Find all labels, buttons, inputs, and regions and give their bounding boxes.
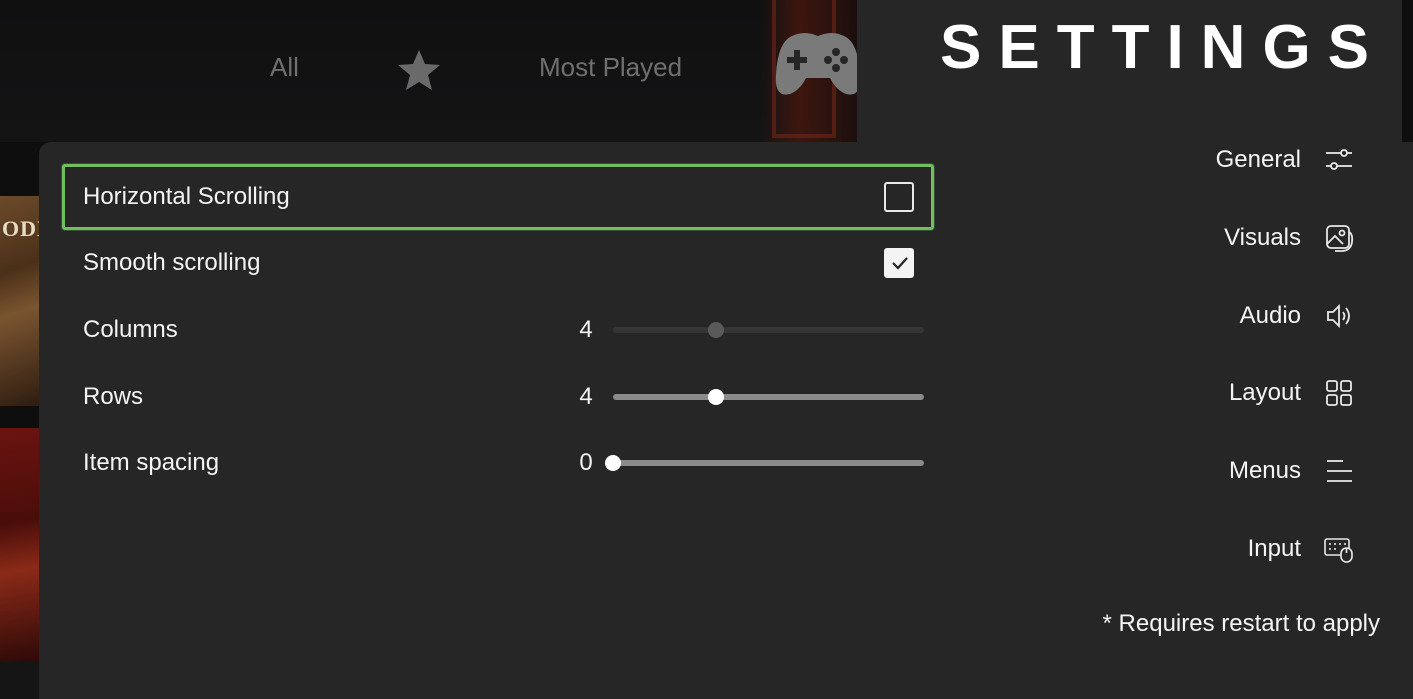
option-label: Item spacing [83, 449, 220, 476]
nav-item-visuals[interactable]: Visuals [1224, 216, 1355, 260]
checkmark-icon [892, 257, 908, 270]
option-label: Columns [83, 316, 178, 343]
option-horizontal-scrolling[interactable]: Horizontal Scrolling [62, 164, 934, 230]
page-title: SETTINGS [940, 13, 1387, 82]
game-cover-art [0, 662, 40, 699]
nav-item-input[interactable]: Input [1248, 527, 1355, 571]
rows-slider-handle[interactable] [707, 389, 724, 405]
option-rows[interactable]: Rows 4 [62, 364, 934, 430]
rows-slider[interactable] [613, 389, 924, 405]
gamepad-icon[interactable] [774, 28, 862, 100]
columns-slider-handle[interactable] [707, 322, 724, 338]
columns-slider[interactable] [613, 322, 924, 338]
keyboard-mouse-icon [1323, 533, 1355, 565]
sliders-icon [1323, 144, 1355, 176]
nav-item-menus[interactable]: Menus [1229, 449, 1355, 493]
smooth-scrolling-checkbox[interactable] [884, 248, 914, 278]
nav-label: Layout [1228, 379, 1301, 406]
rows-value: 4 [579, 383, 593, 410]
tab-all[interactable]: All [270, 52, 299, 83]
settings-nav-panel [857, 0, 1402, 699]
tab-most-played[interactable]: Most Played [539, 52, 682, 83]
nav-label: General [1215, 146, 1301, 173]
nav-label: Input [1247, 535, 1301, 562]
nav-label: Visuals [1224, 224, 1301, 251]
item-spacing-slider[interactable] [605, 455, 924, 471]
horizontal-scrolling-checkbox[interactable] [884, 182, 914, 212]
image-icon [1323, 222, 1355, 254]
nav-item-layout[interactable]: Layout [1229, 371, 1355, 415]
nav-item-audio[interactable]: Audio [1240, 294, 1355, 338]
nav-label: Audio [1239, 302, 1301, 329]
option-label: Rows [83, 383, 144, 410]
star-icon[interactable] [396, 48, 442, 92]
option-columns[interactable]: Columns 4 [62, 297, 934, 363]
game-cover-art [0, 428, 40, 664]
option-label: Horizontal Scrolling [83, 183, 290, 210]
item-spacing-slider-handle[interactable] [605, 455, 621, 471]
columns-value: 4 [579, 316, 593, 343]
option-item-spacing[interactable]: Item spacing 0 [62, 430, 934, 496]
nav-label: Menus [1228, 457, 1301, 484]
option-smooth-scrolling[interactable]: Smooth scrolling [62, 230, 934, 296]
option-label: Smooth scrolling [83, 249, 261, 276]
restart-note: * Requires restart to apply [1102, 610, 1380, 637]
nav-item-general[interactable]: General [1216, 138, 1355, 182]
grid-icon [1323, 377, 1355, 409]
item-spacing-value: 0 [579, 449, 593, 476]
speaker-icon [1323, 300, 1355, 332]
menu-lines-icon [1323, 455, 1355, 487]
